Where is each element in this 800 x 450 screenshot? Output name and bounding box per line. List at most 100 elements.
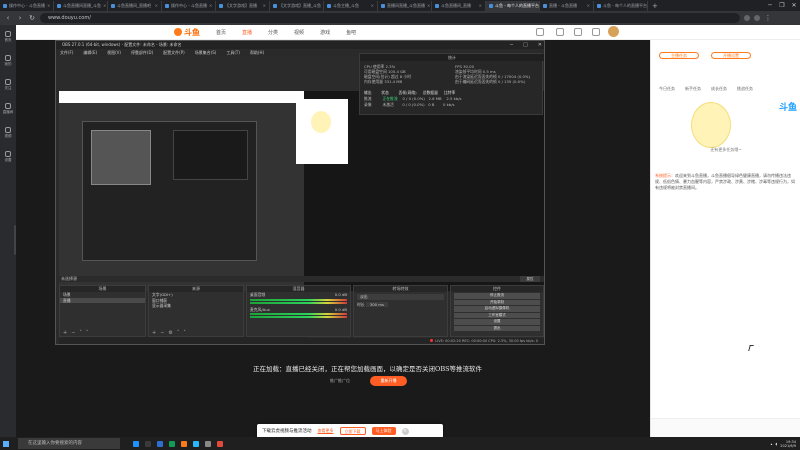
download-now-button[interactable]: 立即下载	[339, 427, 366, 435]
promo-link[interactable]: 推广推广位	[330, 378, 350, 384]
tab-close-icon[interactable]: ×	[371, 3, 374, 8]
transition-select[interactable]: 淡出	[357, 294, 444, 300]
browser-tab[interactable]: 直播间直播_斗鱼直播 ×	[378, 0, 432, 11]
minimize-button[interactable]: ─	[764, 0, 776, 11]
tab-close-icon[interactable]: ×	[103, 3, 106, 8]
network-icon[interactable]: ▴	[771, 442, 773, 446]
sidebar-item[interactable]: 设置	[0, 145, 16, 169]
remove-icon[interactable]: −	[71, 330, 75, 336]
obs-menu-item[interactable]: 文件(F)	[60, 49, 73, 56]
taskbar-app-icon[interactable]	[190, 437, 202, 450]
new-tab-icon[interactable]: +	[648, 2, 662, 10]
forward-icon[interactable]: ›	[16, 14, 24, 22]
sidebar-item[interactable]: 直播间	[0, 97, 16, 121]
nav-game[interactable]: 游戏	[320, 29, 330, 36]
obs-menu-item[interactable]: 帮助(H)	[250, 49, 264, 56]
up-icon[interactable]: ˄	[79, 330, 82, 336]
mascot-caption[interactable]: 还有更多任务哦~	[671, 147, 781, 153]
obs-preview[interactable]	[59, 91, 309, 342]
nav-live[interactable]: 直播	[242, 29, 252, 36]
stop-stream-button[interactable]: 停止推流	[454, 293, 540, 299]
obs-menu-item[interactable]: 配置文件(P)	[163, 49, 185, 56]
taskbar-app-icon[interactable]	[166, 437, 178, 450]
maximize-button[interactable]: ❐	[776, 0, 788, 11]
sidebar-item[interactable]: 关注	[0, 73, 16, 97]
browser-tab[interactable]: 斗鱼直播间直播_斗鱼 ×	[54, 0, 108, 11]
menu-icon[interactable]: ⋮	[764, 14, 772, 22]
obs-menu-item[interactable]: 场景集合(S)	[195, 49, 217, 56]
exit-button[interactable]: 退出	[454, 325, 540, 331]
close-button[interactable]: ✕	[788, 0, 800, 11]
close-icon[interactable]: ×	[401, 427, 409, 435]
down-icon[interactable]: ˅	[86, 330, 89, 336]
clock[interactable]: 19:34 2021/6/9	[780, 440, 796, 448]
tab-newbie[interactable]: 新手任务	[685, 86, 701, 92]
sidebar-item[interactable]: 视频	[0, 121, 16, 145]
browser-tab[interactable]: 斗鱼 - 每个人的直播平台×	[486, 0, 540, 11]
obs-menu-item[interactable]: 编辑(E)	[83, 49, 97, 56]
browser-tab[interactable]: 操作中心 - 斗鱼直播 ×	[0, 0, 54, 11]
notification-link[interactable]: 查看更多	[318, 428, 334, 434]
obs-maximize-button[interactable]: □	[523, 41, 528, 49]
taskbar-app-icon[interactable]	[130, 437, 142, 450]
follow-icon[interactable]	[556, 28, 564, 36]
studio-mode-button[interactable]: 工作室模式	[454, 312, 540, 318]
chat-input-area[interactable]	[651, 418, 800, 437]
tab-growth[interactable]: 成长任务	[711, 86, 727, 92]
taskbar-app-icon[interactable]	[214, 437, 226, 450]
download-icon[interactable]	[574, 28, 582, 36]
browser-tab[interactable]: 斗鱼直播间_直播吧 ×	[108, 0, 162, 11]
browser-tab[interactable]: 操作中心 - 斗鱼直播 ×	[162, 0, 216, 11]
reload-icon[interactable]: ↻	[28, 14, 36, 22]
browser-tab[interactable]: 斗鱼 - 每个人的直播平台×	[594, 0, 648, 11]
nav-fishbar[interactable]: 鱼吧	[346, 29, 356, 36]
volume-icon[interactable]: ◖	[775, 442, 777, 446]
taskbar-app-icon[interactable]	[154, 437, 166, 450]
tab-close-icon[interactable]: ×	[47, 3, 50, 8]
nav-video[interactable]: 视频	[294, 29, 304, 36]
up-icon[interactable]: ˄	[177, 330, 180, 336]
obs-menu-item[interactable]: 停靠部件(D)	[131, 49, 153, 56]
avatar[interactable]	[608, 26, 619, 37]
nav-category[interactable]: 分类	[268, 29, 278, 36]
duration-input[interactable]: 300 ms	[365, 301, 388, 307]
try-now-button[interactable]: 马上体验	[371, 427, 396, 435]
restart-live-button[interactable]: 重新开播	[370, 376, 407, 386]
obs-minimize-button[interactable]: ─	[510, 41, 513, 49]
tab-close-icon[interactable]: ×	[427, 3, 430, 8]
browser-tab[interactable]: 【文字游戏】直播 ×	[216, 0, 270, 11]
obs-menu-item[interactable]: 工具(T)	[226, 49, 240, 56]
obs-menu-item[interactable]: 视图(V)	[107, 49, 121, 56]
tab-close-icon[interactable]: ×	[263, 3, 266, 8]
scene-item[interactable]: 直播	[60, 297, 145, 303]
taskbar-app-icon[interactable]	[178, 437, 190, 450]
remove-icon[interactable]: −	[160, 330, 164, 336]
tab-close-icon[interactable]: ×	[479, 3, 482, 8]
start-button[interactable]	[0, 437, 12, 450]
message-icon[interactable]	[592, 28, 600, 36]
taskbar-search-input[interactable]: 在这里输入你要搜索的内容	[18, 438, 120, 449]
taskbar-app-icon[interactable]	[142, 437, 154, 450]
add-icon[interactable]: +	[152, 330, 156, 336]
gear-icon[interactable]: ⚙	[168, 330, 172, 336]
settings-button[interactable]: 设置	[454, 319, 540, 325]
start-record-button[interactable]: 开始录制	[454, 299, 540, 305]
taskbar-app-icon[interactable]	[202, 437, 214, 450]
browser-tab[interactable]: 直播 - 斗鱼直播 ×	[540, 0, 594, 11]
add-icon[interactable]: +	[63, 330, 67, 336]
tab-close-icon[interactable]: ×	[587, 3, 590, 8]
live-settings-button[interactable]: 开播设置	[711, 52, 751, 59]
browser-tab[interactable]: 【文字游戏】直播_斗鱼×	[270, 0, 324, 11]
tab-close-icon[interactable]: ×	[155, 3, 158, 8]
sidebar-item[interactable]: 首页	[0, 25, 16, 49]
properties-button[interactable]: 属性	[520, 276, 540, 282]
site-logo[interactable]: 斗鱼	[174, 27, 200, 38]
back-icon[interactable]: ‹	[4, 14, 12, 22]
browser-tab[interactable]: 斗鱼主播_斗鱼 ×	[324, 0, 378, 11]
source-item[interactable]: 显示器采集	[149, 303, 243, 309]
obs-close-button[interactable]: ✕	[538, 41, 542, 49]
virtual-cam-button[interactable]: 启动虚拟摄像机	[454, 306, 540, 312]
tab-challenge[interactable]: 挑战任务	[737, 86, 753, 92]
profile-icon[interactable]	[754, 15, 760, 21]
browser-tab[interactable]: 斗鱼直播间_直播 ×	[432, 0, 486, 11]
